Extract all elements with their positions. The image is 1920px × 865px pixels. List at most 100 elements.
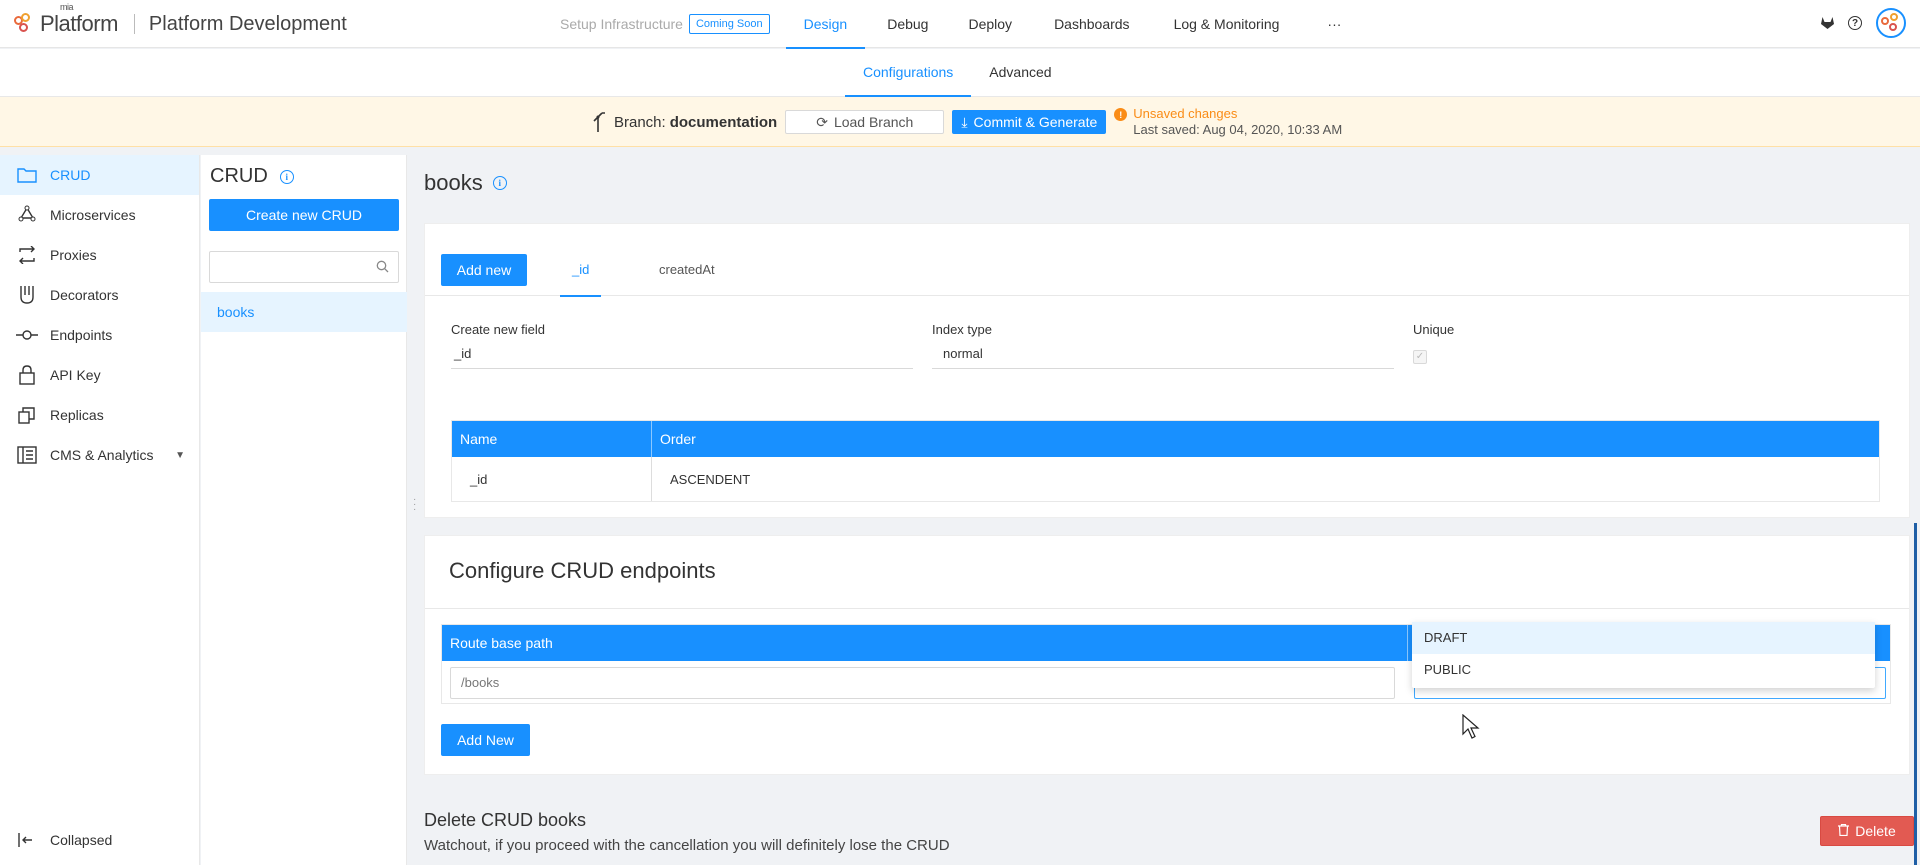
header-route-base-path: Route base path [450, 635, 553, 651]
coming-soon-badge: Coming Soon [688, 14, 770, 34]
warning-icon: ! [1114, 108, 1128, 121]
crud-panel-title: CRUD [210, 165, 268, 187]
index-type-label: Index type [932, 322, 992, 337]
sidebar-item-label: Endpoints [50, 327, 113, 343]
mouse-cursor-icon [1462, 713, 1480, 743]
unique-label: Unique [1413, 322, 1455, 337]
branch-bar: Branch: documentation ⟳ Load Branch ⤓ Co… [0, 97, 1920, 147]
mia-platform-logo[interactable]: mia Platform Platform Development [14, 2, 347, 40]
branch-icon [592, 111, 608, 133]
decorators-icon [16, 284, 38, 306]
sidebar-item-label: Decorators [50, 287, 119, 303]
divider [425, 608, 1909, 609]
unsaved-changes: Unsaved changes [1133, 106, 1238, 121]
cms-icon [16, 444, 38, 466]
proxies-icon [16, 244, 38, 266]
endpoints-title: Configure CRUD endpoints [449, 558, 716, 583]
logo-separator [133, 14, 135, 34]
logo-icon [14, 13, 36, 35]
logo-text: mia Platform [40, 2, 118, 36]
index-type-select[interactable]: normal [932, 339, 1394, 369]
tab-index-createdat[interactable]: createdAt [647, 244, 727, 296]
nav-design[interactable]: Design [785, 0, 866, 49]
info-icon[interactable]: i [492, 176, 507, 190]
reload-icon: ⟳ [816, 113, 828, 130]
crud-list-item-books[interactable]: books [201, 292, 407, 332]
delete-title: Delete CRUD books [424, 810, 587, 830]
sidebar-item-label: Microservices [50, 207, 136, 223]
nav-dashboards[interactable]: Dashboards [1032, 0, 1152, 48]
tab-configurations[interactable]: Configurations [845, 49, 972, 97]
main-content: books i Add new _id createdAt Create new… [408, 155, 1920, 865]
tab-advanced[interactable]: Advanced [971, 49, 1069, 97]
create-field-label: Create new field [451, 322, 545, 337]
help-icon[interactable]: ? [1848, 16, 1862, 30]
load-branch-label: Load Branch [833, 114, 914, 130]
delete-label: Delete [1855, 823, 1896, 839]
create-new-crud-button[interactable]: Create new CRUD [209, 199, 399, 231]
nav-deploy[interactable]: Deploy [948, 0, 1032, 48]
collapsed-label: Collapsed [50, 832, 113, 848]
option-public[interactable]: PUBLIC [1412, 654, 1875, 686]
indexes-tabs: Add new _id createdAt [425, 244, 1909, 297]
download-icon: ⤓ [961, 113, 968, 130]
option-draft[interactable]: DRAFT [1412, 622, 1875, 654]
sidebar-item-label: CMS & Analytics [50, 447, 154, 463]
sub-nav: Configurations Advanced [0, 49, 1920, 97]
endpoints-icon [16, 324, 38, 346]
page-title: books i [424, 170, 507, 196]
sidebar-item-api-key[interactable]: API Key [0, 355, 199, 395]
info-icon[interactable]: i [279, 169, 294, 184]
collapse-icon [16, 829, 38, 851]
indexes-card: Add new _id createdAt Create new field _… [424, 223, 1910, 518]
route-base-path-input[interactable]: /books [450, 667, 1395, 699]
scrollbar[interactable] [1914, 523, 1917, 865]
sidebar-item-proxies[interactable]: Proxies [0, 235, 199, 275]
tab-index-id[interactable]: _id [560, 244, 602, 297]
sidebar-item-cms-analytics[interactable]: CMS & Analytics ▼ [0, 435, 199, 475]
last-saved: Last saved: Aug 04, 2020, 10:33 AM [1133, 122, 1343, 137]
crud-panel: CRUD i Create new CRUD books [201, 155, 407, 865]
sidebar-item-label: CRUD [50, 167, 91, 183]
sidebar-item-microservices[interactable]: Microservices [0, 195, 199, 235]
header-name: Name [452, 421, 652, 457]
visibility-dropdown: DRAFT PUBLIC [1412, 622, 1875, 688]
replicas-icon [16, 404, 38, 426]
trash-icon [1838, 823, 1850, 839]
crud-name: books [424, 170, 483, 195]
folder-icon [16, 164, 38, 186]
top-icons: ? [1820, 8, 1906, 38]
cell-name: _id [452, 457, 652, 501]
commit-generate-button[interactable]: ⤓ Commit & Generate [952, 110, 1107, 134]
collapse-sidebar-button[interactable]: Collapsed [16, 829, 112, 851]
avatar[interactable] [1876, 8, 1906, 38]
unique-checkbox[interactable]: ✓ [1413, 350, 1427, 364]
project-name[interactable]: Platform Development [149, 13, 347, 36]
chevron-down-icon[interactable]: ▼ [175, 450, 185, 461]
microservices-icon [16, 204, 38, 226]
sidebar-item-endpoints[interactable]: Endpoints [0, 315, 199, 355]
sidebar-item-label: Proxies [50, 247, 97, 263]
delete-button[interactable]: Delete [1820, 816, 1914, 846]
cell-order: ASCENDENT [670, 471, 751, 487]
nav-log-monitoring[interactable]: Log & Monitoring [1152, 0, 1302, 48]
table-header: Name Order [452, 421, 1879, 457]
load-branch-button[interactable]: ⟳ Load Branch [785, 110, 945, 134]
header-order: Order [660, 431, 696, 447]
add-endpoint-button[interactable]: Add New [441, 724, 530, 756]
sidebar-item-crud[interactable]: CRUD [0, 155, 199, 195]
nav-more[interactable]: ··· [1301, 0, 1367, 48]
sidebar-item-label: API Key [50, 367, 101, 383]
crud-search-input[interactable] [209, 251, 399, 283]
create-field-input[interactable]: _id [451, 339, 913, 369]
save-status: Unsaved changes Last saved: Aug 04, 2020… [1133, 106, 1342, 138]
nav-setup-infrastructure: Setup Infrastructure [560, 16, 683, 32]
gitlab-icon[interactable] [1820, 16, 1834, 30]
sidebar-item-replicas[interactable]: Replicas [0, 395, 199, 435]
nav-debug[interactable]: Debug [865, 0, 948, 48]
index-fields-table: Name Order _id ASCENDENT [451, 420, 1880, 502]
sidebar-item-label: Replicas [50, 407, 104, 423]
add-index-button[interactable]: Add new [441, 254, 527, 286]
lock-icon [16, 364, 38, 386]
sidebar-item-decorators[interactable]: Decorators [0, 275, 199, 315]
